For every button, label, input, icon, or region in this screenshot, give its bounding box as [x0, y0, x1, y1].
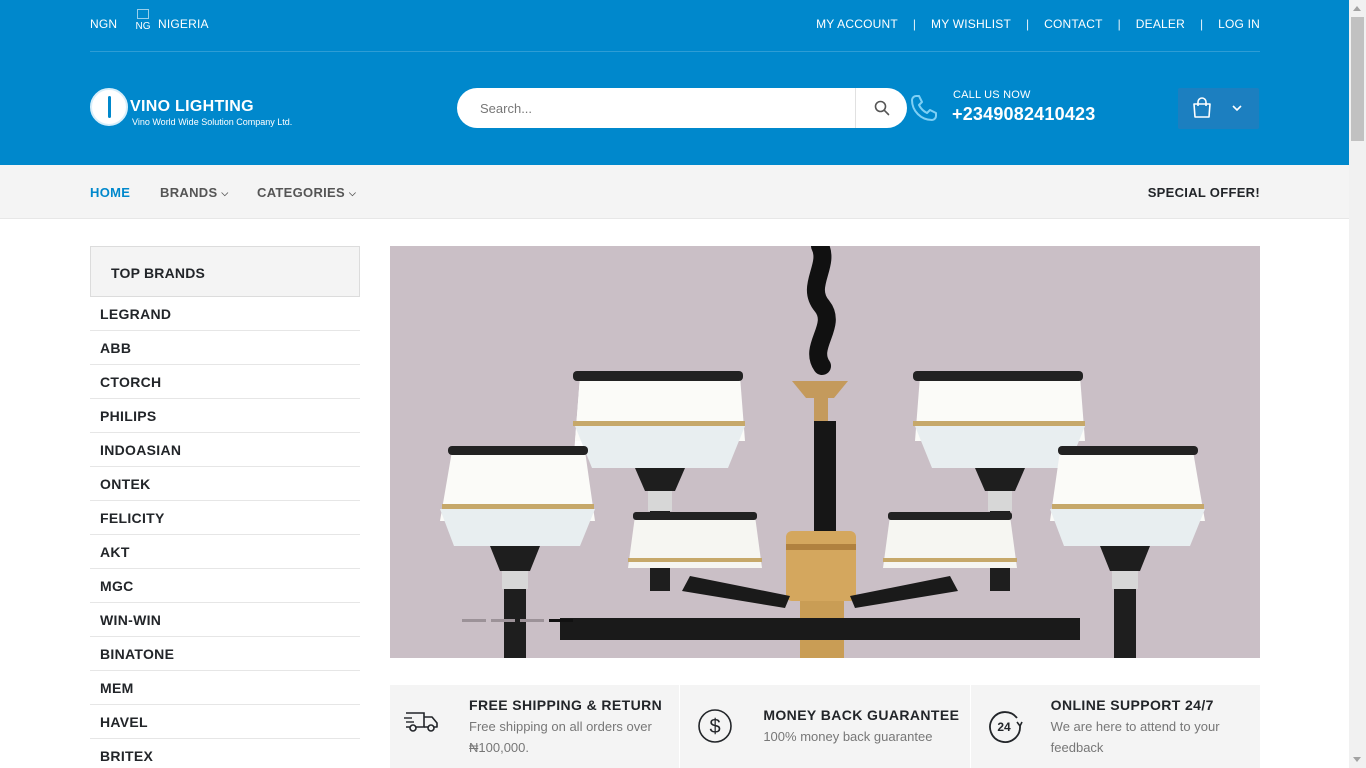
top-bar: NGN NG NIGERIA MY ACCOUNT | MY WISHLIST …: [90, 0, 1260, 52]
nav-categories-label: CATEGORIES: [257, 185, 345, 200]
top-links: MY ACCOUNT | MY WISHLIST | CONTACT | DEA…: [816, 17, 1260, 31]
page-scrollbar[interactable]: [1349, 0, 1366, 768]
scrollbar-thumb[interactable]: [1351, 17, 1364, 141]
brand-link[interactable]: INDOASIAN: [90, 433, 360, 467]
feature-title: FREE SHIPPING & RETURN: [469, 697, 663, 713]
feature-free-shipping: FREE SHIPPING & RETURN Free shipping on …: [390, 685, 680, 768]
features-bar: FREE SHIPPING & RETURN Free shipping on …: [390, 685, 1260, 768]
slider-pagination: [462, 619, 578, 622]
my-account-link[interactable]: MY ACCOUNT: [816, 17, 898, 31]
logo-tagline: Vino World Wide Solution Company Ltd.: [132, 117, 293, 127]
feature-description: 100% money back guarantee: [763, 729, 933, 744]
search-input[interactable]: [457, 88, 856, 128]
special-offer-link[interactable]: SPECIAL OFFER!: [1148, 185, 1260, 200]
currency-switcher[interactable]: NGN: [90, 17, 117, 31]
flag-alt-text: NG: [135, 21, 151, 32]
support-24-icon: 24: [988, 711, 1023, 743]
lamp-shade: [628, 512, 762, 568]
brand-link[interactable]: LEGRAND: [90, 297, 360, 331]
slider-dot[interactable]: [520, 619, 544, 622]
log-in-link[interactable]: LOG IN: [1218, 17, 1260, 31]
feature-money-back: $ MONEY BACK GUARANTEE 100% money back g…: [680, 685, 970, 768]
site-logo[interactable]: VINO LIGHTING Vino World Wide Solution C…: [90, 88, 305, 130]
chevron-down-icon: ⌵: [221, 188, 229, 198]
divider: |: [912, 17, 916, 31]
top-brands-sidebar: TOP BRANDS LEGRAND ABB CTORCH PHILIPS IN…: [90, 246, 360, 768]
brand-link[interactable]: ONTEK: [90, 467, 360, 501]
dollar-icon: $: [698, 709, 733, 743]
brand-link[interactable]: PHILIPS: [90, 399, 360, 433]
flag-icon[interactable]: NG: [135, 9, 151, 39]
slider-dot[interactable]: [462, 619, 486, 622]
chandelier-image: [440, 246, 1205, 658]
dealer-link[interactable]: DEALER: [1136, 17, 1185, 31]
brand-link[interactable]: MEM: [90, 671, 360, 705]
nav-categories[interactable]: CATEGORIES ⌵: [257, 185, 356, 200]
country-switcher[interactable]: NIGERIA: [158, 17, 209, 31]
brand-link[interactable]: FELICITY: [90, 501, 360, 535]
divider: |: [1199, 17, 1204, 31]
chevron-down-icon: [1232, 105, 1242, 112]
search-button[interactable]: [857, 88, 907, 128]
truck-icon: [404, 712, 438, 732]
lamp-shade: [883, 512, 1017, 568]
nav-home[interactable]: HOME: [90, 185, 130, 200]
brand-link[interactable]: AKT: [90, 535, 360, 569]
feature-title: MONEY BACK GUARANTEE: [763, 707, 960, 723]
feature-description: Free shipping on all orders over ₦100,00…: [469, 719, 652, 755]
phone-number[interactable]: +2349082410423: [952, 104, 1095, 125]
slider-dot-active[interactable]: [549, 619, 573, 622]
hero-slider[interactable]: [390, 246, 1260, 658]
brand-link[interactable]: WIN-WIN: [90, 603, 360, 637]
divider: |: [1117, 17, 1121, 31]
scroll-up-arrow-icon[interactable]: [1353, 6, 1361, 11]
my-wishlist-link[interactable]: MY WISHLIST: [931, 17, 1011, 31]
feature-title: ONLINE SUPPORT 24/7: [1050, 697, 1214, 713]
sidebar-title: TOP BRANDS: [90, 246, 360, 297]
brand-link[interactable]: ABB: [90, 331, 360, 365]
chevron-down-icon: ⌵: [349, 188, 357, 198]
site-header: NGN NG NIGERIA MY ACCOUNT | MY WISHLIST …: [0, 0, 1349, 165]
brand-link[interactable]: MGC: [90, 569, 360, 603]
search-icon: [874, 100, 890, 116]
cart-dropdown-button[interactable]: [1178, 88, 1259, 129]
phone-icon: [911, 95, 937, 121]
brand-link[interactable]: CTORCH: [90, 365, 360, 399]
brand-link[interactable]: HAVEL: [90, 705, 360, 739]
nav-home-label: HOME: [90, 185, 131, 200]
logo-name: VINO LIGHTING: [130, 98, 254, 115]
contact-link[interactable]: CONTACT: [1044, 17, 1103, 31]
nav-brands-label: BRANDS: [160, 185, 218, 200]
shopping-bag-icon: [1193, 97, 1211, 118]
search-bar: [457, 88, 907, 128]
call-us-label: CALL US NOW: [953, 89, 1031, 101]
slider-dot[interactable]: [491, 619, 515, 622]
main-navigation: HOME BRANDS ⌵ CATEGORIES ⌵ SPECIAL OFFER!: [0, 165, 1349, 219]
feature-description: We are here to attend to your feedback: [1050, 719, 1220, 755]
divider: |: [1026, 17, 1030, 31]
scroll-down-arrow-icon[interactable]: [1353, 757, 1361, 762]
feature-online-support: 24 ONLINE SUPPORT 24/7 We are here to at…: [970, 685, 1260, 768]
svg-text:$: $: [710, 716, 721, 738]
brand-link[interactable]: BRITEX: [90, 739, 360, 768]
nav-brands[interactable]: BRANDS ⌵: [160, 185, 229, 200]
brand-link[interactable]: BINATONE: [90, 637, 360, 671]
svg-text:24: 24: [997, 720, 1011, 734]
logo-emblem-icon: [90, 88, 128, 126]
